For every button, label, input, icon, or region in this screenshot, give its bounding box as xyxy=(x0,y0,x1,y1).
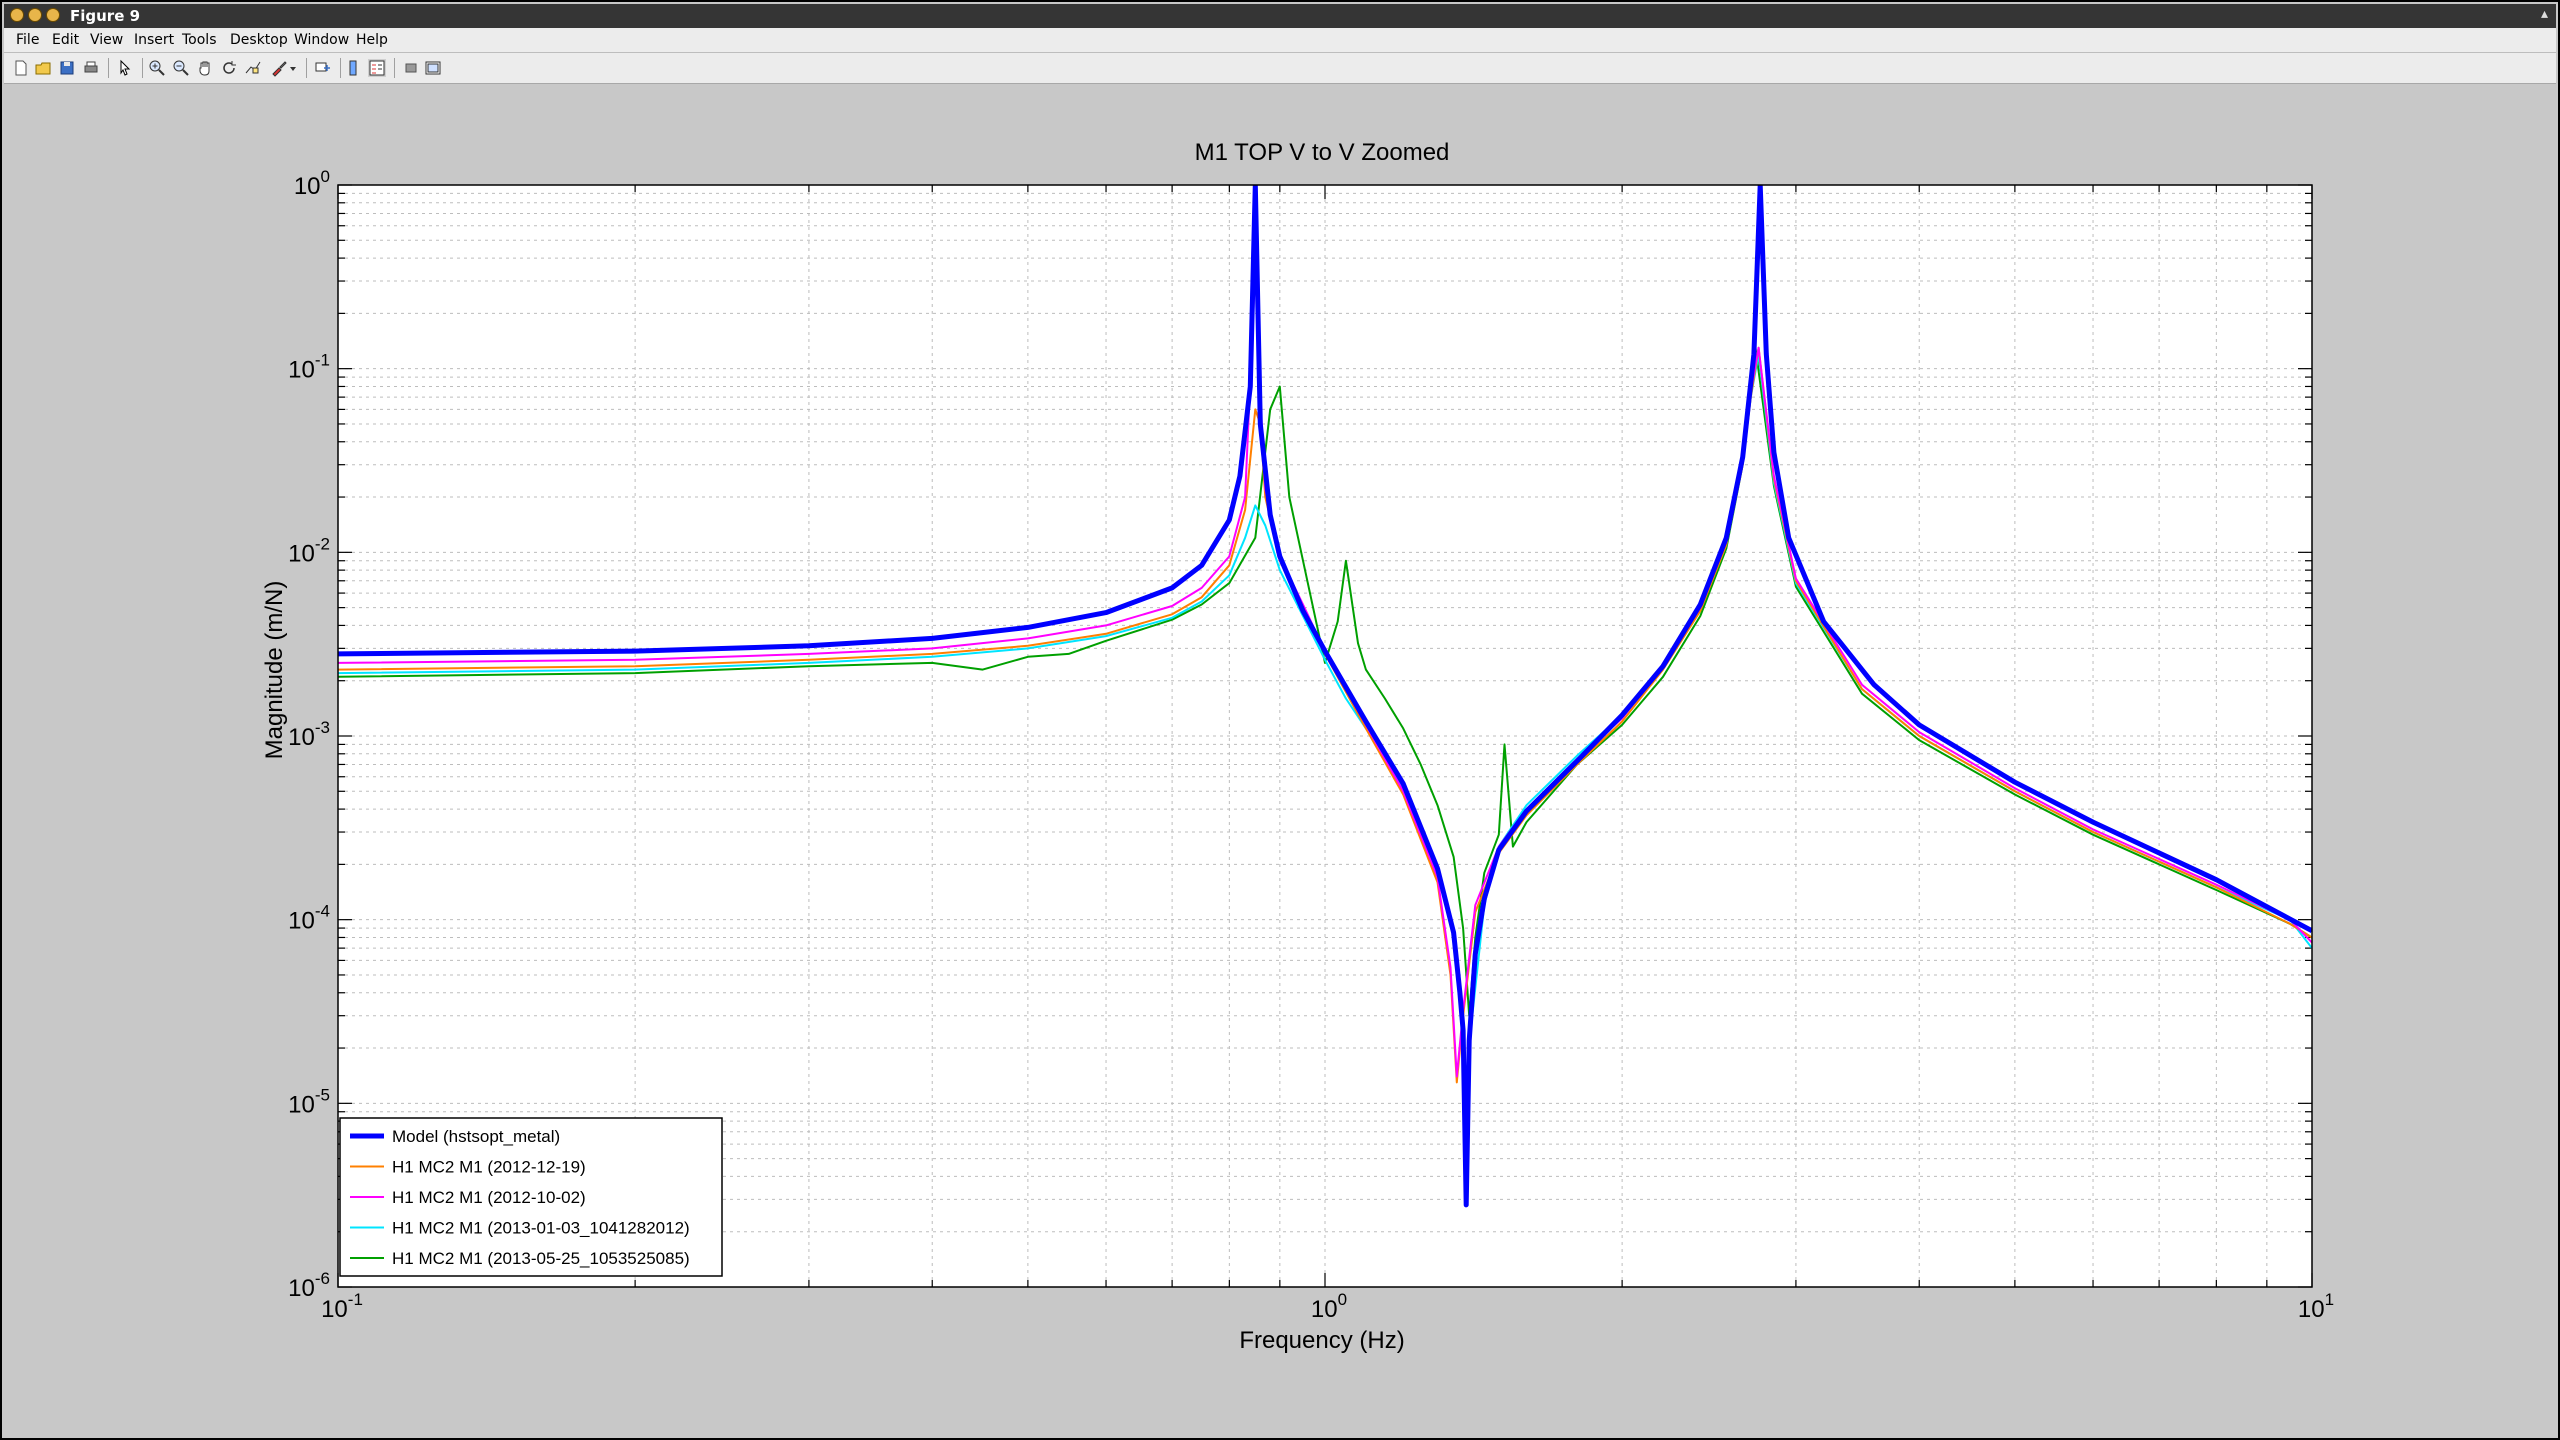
legend-entry-label: H1 MC2 M1 (2013-01-03_1041282012) xyxy=(392,1219,690,1238)
legend-entry-label: Model (hstsopt_metal) xyxy=(392,1127,560,1146)
x-tick-label: 100 xyxy=(1311,1290,1347,1323)
legend-entry-label: H1 MC2 M1 (2012-10-02) xyxy=(392,1188,586,1207)
chart-title: M1 TOP V to V Zoomed xyxy=(1195,139,1450,166)
y-tick-label: 10-4 xyxy=(288,902,330,935)
x-tick-label: 10-1 xyxy=(321,1290,363,1323)
y-tick-label: 10-2 xyxy=(288,534,330,567)
legend-entry-label: H1 MC2 M1 (2013-05-25_1053525085) xyxy=(392,1249,690,1268)
legend-entry-label: H1 MC2 M1 (2012-12-19) xyxy=(392,1158,586,1177)
figure-canvas[interactable]: M1 TOP V to V Zoomed Frequency (Hz) Magn… xyxy=(0,0,2560,1440)
x-tick-label: 101 xyxy=(2298,1290,2334,1323)
y-tick-label: 100 xyxy=(294,167,330,200)
y-axis-label: Magnitude (m/N) xyxy=(261,581,288,760)
y-tick-label: 10-3 xyxy=(288,718,330,751)
x-axis-label: Frequency (Hz) xyxy=(1239,1327,1404,1354)
y-tick-label: 10-5 xyxy=(288,1085,330,1118)
y-tick-label: 10-1 xyxy=(288,351,330,384)
